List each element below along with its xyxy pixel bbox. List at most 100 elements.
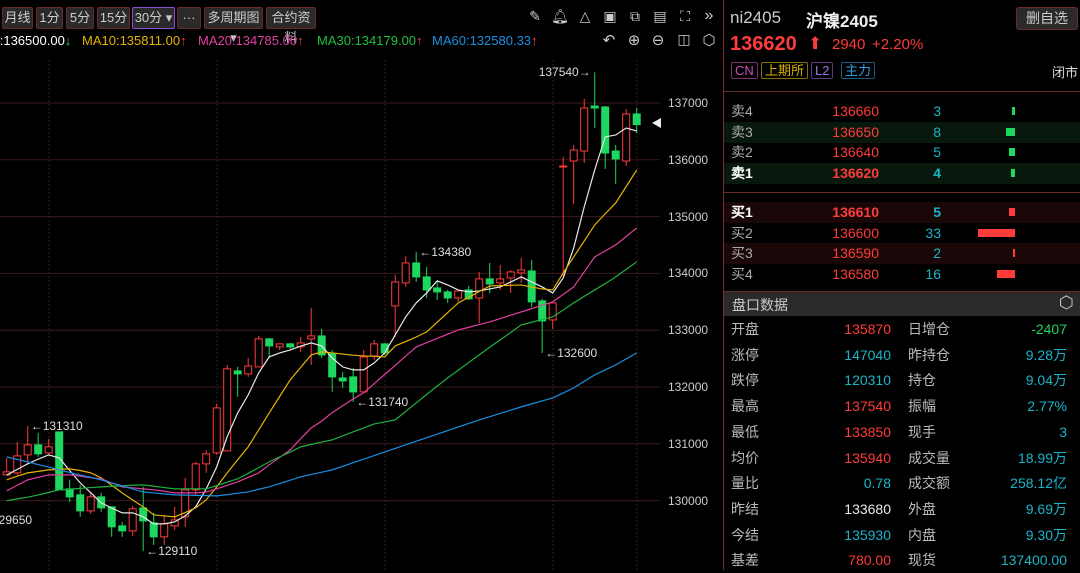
stat-value: 9.30万 [1025, 526, 1067, 543]
stat-value: 0.78 [863, 475, 891, 492]
price-tick-label: 132000 [668, 380, 709, 394]
fullscreen-icon[interactable]: ⛶ [676, 8, 694, 25]
candle-body [611, 150, 620, 160]
ma-value: MA20:134785.00 [198, 33, 298, 48]
stats-title: 盘口数据 [732, 297, 788, 313]
stat-label: 日增仓 [908, 321, 950, 337]
period-30min-dropdown[interactable]: 30分 ▾ [132, 7, 175, 29]
remove-watchlist-button[interactable]: 删自选 [1016, 7, 1078, 30]
level-price: 136610 [832, 204, 879, 220]
extreme-price-label: ←132600 [545, 345, 598, 360]
candle-body [506, 271, 515, 279]
stat-value: 135870 [844, 321, 891, 337]
double-chevron-icon[interactable]: » [700, 7, 718, 25]
candle-body [76, 494, 85, 512]
level-price: 136650 [832, 123, 879, 140]
stats-row: 均价 135940 成交量 18.99万 [724, 446, 1080, 471]
period-15min-button[interactable]: 15分 [97, 7, 130, 29]
tag-exchange: 上期所 [761, 62, 809, 79]
ask-row[interactable]: 卖4 136660 3 [724, 101, 1080, 122]
ask-row[interactable]: 卖3 136650 8 [724, 121, 1080, 143]
period-monthly-button[interactable]: 月线 [2, 7, 33, 29]
stats-row: 开盘 135870 日增仓 -2407 [724, 317, 1080, 342]
ma-value: MA60:132580.33 [432, 33, 532, 48]
period-1min-button[interactable]: 1分 [36, 7, 63, 29]
candle-body [475, 278, 484, 299]
candle-body [212, 407, 221, 454]
pencil-icon[interactable]: ✎ [526, 8, 544, 25]
candle-body [412, 262, 421, 278]
stat-label: 内盘 [908, 526, 936, 543]
bell-icon[interactable]: 🔔︎ [551, 8, 569, 25]
price-tick-label: 135000 [668, 209, 709, 224]
trend-arrow-icon: ↓ [64, 33, 72, 48]
stat-value: 137540 [844, 398, 891, 415]
candle-body [254, 338, 263, 368]
level-price: 136600 [832, 224, 879, 241]
ma-legend-item: MA10:135811.00↑ [82, 33, 187, 48]
ask-row[interactable]: 卖2 136640 5 [724, 142, 1080, 163]
candle-body [160, 523, 169, 538]
level-volume: 2 [933, 245, 941, 262]
extreme-price-label: ←131310 [30, 419, 83, 434]
candle-body [244, 365, 253, 375]
ma-legend-item: MA5:136500.00↓ [0, 33, 71, 48]
stat-value: 3 [1059, 423, 1067, 440]
period-5min-button[interactable]: 5分 [66, 7, 94, 29]
multi-period-dropdown[interactable]: 多周期图 ▾ [204, 7, 263, 45]
copy-icon[interactable]: ⧉ [626, 8, 644, 25]
alert-icon[interactable]: △ [576, 8, 594, 25]
candlestick-chart[interactable] [0, 60, 660, 570]
volume-bar [1010, 169, 1015, 178]
stat-value: 258.12亿 [1010, 475, 1067, 492]
stats-row: 最高 137540 振幅 2.77% [724, 394, 1080, 419]
bid-row[interactable]: 买3 136590 2 [724, 243, 1080, 265]
zoom-out-icon[interactable]: ⊖ [649, 31, 667, 49]
stat-value: 120310 [844, 372, 891, 389]
stats-row: 基差 780.00 现货 137400.00 [724, 548, 1080, 573]
price-tick-label: 136000 [668, 152, 709, 167]
divider [724, 91, 1080, 92]
zoom-in-icon[interactable]: ⊕ [625, 31, 643, 49]
stats-row: 跌停 120310 持仓 9.04万 [724, 368, 1080, 393]
camera-icon[interactable]: ▣ [601, 8, 619, 25]
level-price: 136590 [832, 245, 879, 262]
candle-body [622, 113, 631, 162]
candle-body [559, 165, 568, 168]
stat-value: 147040 [844, 346, 891, 363]
undo-icon[interactable]: ↶ [600, 31, 618, 49]
stats-settings-icon[interactable]: ⬡ [1059, 293, 1074, 313]
monitor-icon[interactable]: ▤ [651, 8, 669, 25]
tag-cn: CN [731, 62, 758, 79]
stat-value: 9.04万 [1025, 372, 1067, 389]
trend-arrow-icon: ↑ [297, 33, 304, 48]
candle-body [202, 453, 211, 465]
trend-arrow-icon: ↑ [531, 33, 538, 48]
ma-value: MA30:134179.00 [317, 33, 417, 48]
stat-value: 137400.00 [1000, 552, 1067, 569]
candle-body [338, 377, 347, 382]
tag-main-contract: 主力 [841, 62, 876, 79]
extreme-price-label: 129650 [0, 513, 33, 528]
candle-body [422, 276, 431, 291]
level-price: 136660 [832, 103, 879, 119]
candle-body [433, 287, 442, 293]
level-volume: 4 [933, 165, 941, 182]
ask-row[interactable]: 卖1 136620 4 [724, 163, 1080, 185]
bid-row[interactable]: 买1 136610 5 [724, 202, 1080, 223]
settings-icon[interactable]: ⬡ [700, 31, 718, 49]
bid-row[interactable]: 买2 136600 33 [724, 223, 1080, 244]
candle-body [349, 376, 358, 393]
more-button[interactable]: ··· [177, 7, 201, 29]
level-label: 卖2 [731, 144, 753, 161]
stat-value: 9.69万 [1025, 500, 1067, 517]
candle-body [496, 278, 505, 284]
stats-row: 量比 0.78 成交额 258.12亿 [724, 471, 1080, 496]
stat-value: 133680 [844, 500, 891, 517]
ma-legend-item: MA60:132580.33↑ [432, 33, 538, 48]
contract-info-button[interactable]: 合约资料 [266, 7, 316, 45]
candle-body [443, 291, 452, 299]
layout-icon[interactable]: ◫ [675, 31, 693, 48]
bid-row[interactable]: 买4 136580 16 [724, 264, 1080, 285]
candle-body [118, 525, 127, 532]
